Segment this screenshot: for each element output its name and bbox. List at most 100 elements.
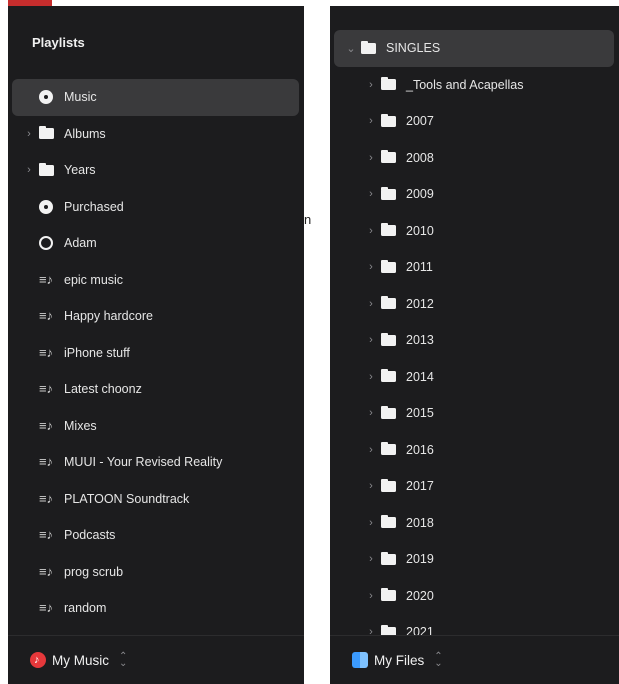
chevron-right-icon[interactable]: › [364,152,378,164]
folder-row[interactable]: › 2015 [330,395,619,432]
chevron-right-icon[interactable]: › [364,188,378,200]
folder-icon [378,405,398,421]
chevron-right-icon[interactable]: › [364,444,378,456]
folder-shape [380,442,396,456]
folder-label: 2018 [406,515,434,530]
sidebar-item[interactable]: ≡♪ Happy hardcore [8,298,304,335]
sidebar-item[interactable]: ≡♪ Podcasts [8,517,304,554]
sidebar-item[interactable]: ≡♪ prog scrub [8,554,304,591]
folder-row[interactable]: › 2018 [330,505,619,542]
folder-shape [380,588,396,602]
sidebar-item-label: Albums [64,126,106,141]
sidebar-item-label: Years [64,163,96,178]
chevron-right-icon[interactable]: › [364,407,378,419]
folder-label: 2016 [406,442,434,457]
my-files-selector[interactable]: My Files ⌃ ⌄ [330,635,619,684]
sidebar-item[interactable]: ≡♪ Mixes [8,408,304,445]
sidebar-item-label: Mixes [64,418,97,433]
playlists-list: Music › Albums › Years Purchased Adam ≡♪ epic mu… [8,79,304,627]
chevron-right-icon[interactable]: › [364,225,378,237]
sidebar-item[interactable]: ≡♪ epic music [8,262,304,299]
chevron-right-icon[interactable]: › [22,128,36,140]
folder-row[interactable]: › _Tools and Acapellas [330,67,619,104]
folder-row[interactable]: › 2010 [330,213,619,250]
folder-shape [380,515,396,529]
playlist-glyph: ≡♪ [38,563,54,579]
chevron-right-icon[interactable]: › [364,590,378,602]
playlist-glyph: ≡♪ [38,381,54,397]
chevron-down-icon[interactable]: ⌄ [344,42,358,55]
playlist-glyph: ≡♪ [38,308,54,324]
sidebar-item[interactable]: ≡♪ Latest choonz [8,371,304,408]
folder-row[interactable]: › 2016 [330,432,619,469]
sidebar-item-label: Purchased [64,199,124,214]
chevron-right-icon[interactable]: › [364,480,378,492]
chevron-right-icon[interactable]: › [364,298,378,310]
playlists-title: Playlists [32,35,85,50]
sidebar-item[interactable]: Purchased [8,189,304,226]
folder-icon [378,478,398,494]
sidebar-item[interactable]: ≡♪ random [8,590,304,627]
sidebar-item[interactable]: Adam [8,225,304,262]
chevron-right-icon[interactable]: › [364,115,378,127]
folder-shape [380,150,396,164]
folder-shape [380,259,396,273]
sidebar-item-label: Happy hardcore [64,309,153,324]
sidebar-item[interactable]: ≡♪ iPhone stuff [8,335,304,372]
folder-row[interactable]: › 2019 [330,541,619,578]
sidebar-item-label: Latest choonz [64,382,142,397]
folder-label: 2012 [406,296,434,311]
chevron-right-icon[interactable]: › [364,553,378,565]
folder-icon [378,551,398,567]
sidebar-item-label: Music [64,90,97,105]
playlist-icon: ≡♪ [36,527,56,543]
sidebar-item-label: epic music [64,272,124,287]
folder-row[interactable]: › 2012 [330,286,619,323]
folder-shape [360,40,376,54]
folder-label: _Tools and Acapellas [406,77,524,92]
chevron-right-icon[interactable]: › [364,334,378,346]
playlist-glyph: ≡♪ [38,344,54,360]
sidebar-item-label: Podcasts [64,528,116,543]
folder-icon [378,77,398,93]
folder-row[interactable]: › 2011 [330,249,619,286]
folder-label: 2007 [406,114,434,129]
music-note-icon [36,89,56,105]
folder-row[interactable]: › 2017 [330,468,619,505]
folder-icon [378,113,398,129]
folder-label: 2017 [406,479,434,494]
sidebar-item[interactable]: ≡♪ PLATOON Soundtrack [8,481,304,518]
sidebar-item[interactable]: › Years [8,152,304,189]
playlist-glyph: ≡♪ [38,527,54,543]
folder-row-root[interactable]: ⌄ SINGLES [330,30,619,67]
folder-label: 2020 [406,588,434,603]
playlist-glyph: ≡♪ [38,490,54,506]
folder-icon [378,150,398,166]
sidebar-item-label: random [64,601,107,616]
sidebar-item[interactable]: ≡♪ MUUI - Your Revised Reality [8,444,304,481]
purchased-icon [36,199,56,215]
folder-row[interactable]: › 2014 [330,359,619,396]
my-music-selector[interactable]: My Music ⌃⌄ [8,635,304,684]
folder-row[interactable]: › 2007 [330,103,619,140]
folder-shape [380,223,396,237]
chevron-right-icon[interactable]: › [364,261,378,273]
folder-label: 2008 [406,150,434,165]
chevron-right-icon[interactable]: › [364,371,378,383]
sidebar-item-label: prog scrub [64,564,124,579]
chevron-right-icon[interactable]: › [22,164,36,176]
folder-shape [380,186,396,200]
folder-row[interactable]: › 2013 [330,322,619,359]
chevron-right-icon[interactable]: › [364,517,378,529]
folder-label: 2014 [406,369,434,384]
folder-row[interactable]: › 2020 [330,578,619,615]
sidebar-item[interactable]: Music [8,79,304,116]
my-music-label: My Music [52,652,109,668]
sidebar-item[interactable]: › Albums [8,116,304,153]
folder-row[interactable]: › 2009 [330,176,619,213]
chevron-right-icon[interactable]: › [364,79,378,91]
folder-row[interactable]: › 2008 [330,140,619,177]
folder-icon [378,259,398,275]
folder-label: 2019 [406,552,434,567]
folder-shape [38,162,54,176]
